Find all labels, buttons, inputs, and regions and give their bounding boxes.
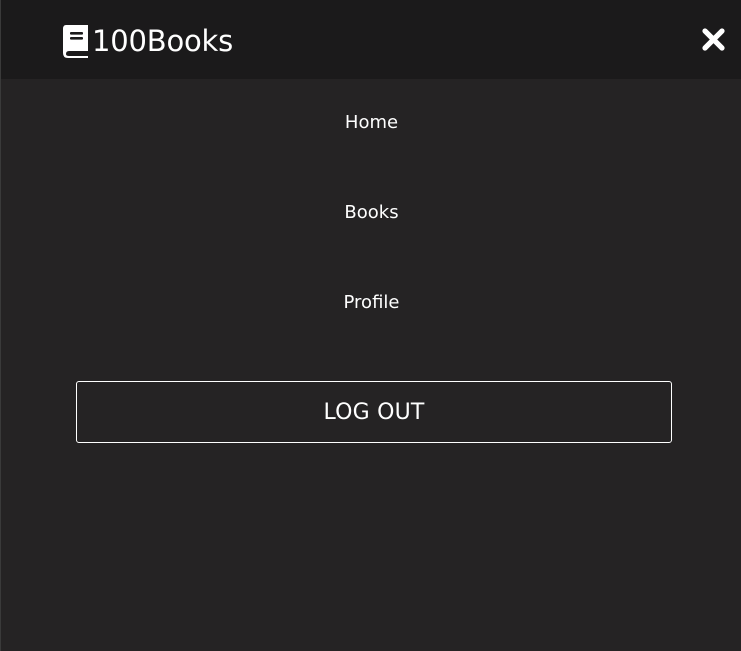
book-icon (63, 25, 88, 58)
close-icon (701, 27, 725, 51)
brand-name: 100Books (92, 24, 234, 58)
logout-button[interactable]: LOG OUT (76, 381, 672, 443)
top-navigation-bar: 100Books (1, 0, 741, 79)
mobile-navigation-menu: Home Books Profile LOG OUT (1, 79, 741, 651)
menu-item-books[interactable]: Books (1, 201, 741, 225)
mobile-menu-page: 100Books Home Books Profile LOG OUT (0, 0, 741, 651)
brand-logo-link[interactable]: 100Books (62, 22, 233, 60)
menu-item-home[interactable]: Home (1, 111, 741, 135)
close-menu-button[interactable] (697, 23, 729, 55)
menu-item-profile[interactable]: Profile (1, 291, 741, 315)
